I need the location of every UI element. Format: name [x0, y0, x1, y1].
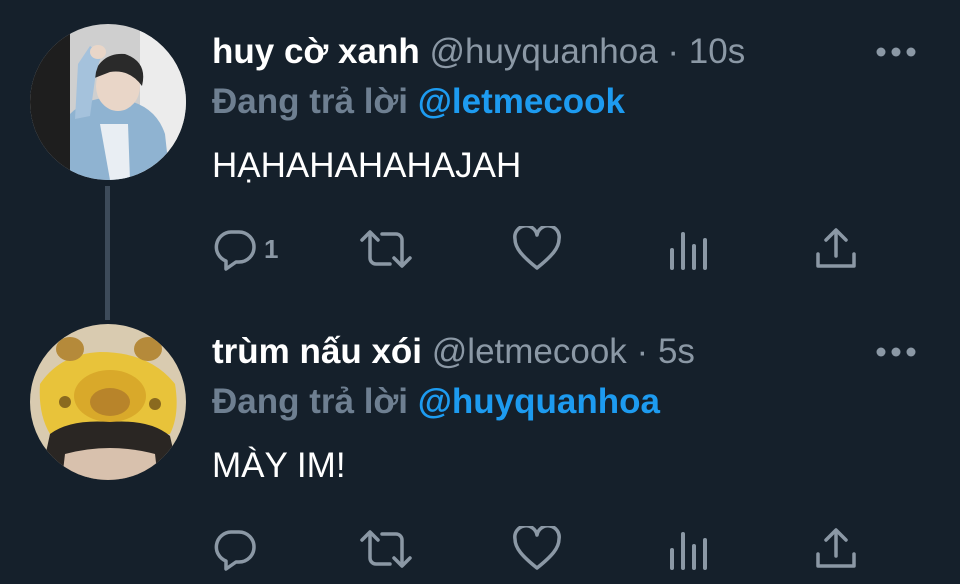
- analytics-button[interactable]: [666, 524, 710, 574]
- user-handle[interactable]: @huyquanhoa: [429, 32, 657, 71]
- analytics-icon: [670, 532, 707, 570]
- share-icon: [816, 228, 856, 268]
- mention-link[interactable]: @letmecook: [418, 82, 625, 121]
- tweet-header: trùm nấu xói @letmecook · 5s: [212, 332, 695, 372]
- more-icon[interactable]: [874, 42, 918, 62]
- retweet-button[interactable]: [358, 524, 414, 574]
- mention-link[interactable]: @huyquanhoa: [418, 382, 660, 421]
- share-icon: [816, 528, 856, 568]
- share-button[interactable]: [814, 224, 858, 274]
- replying-to-label: Đang trả lời: [212, 382, 409, 421]
- reply-button[interactable]: 1: [212, 224, 278, 274]
- reply-button[interactable]: [212, 524, 264, 574]
- profile-photo-icon: [30, 324, 186, 480]
- tweet-actions: 1: [212, 224, 912, 274]
- like-icon: [513, 526, 561, 570]
- reply-icon: [214, 230, 256, 271]
- avatar[interactable]: [30, 24, 186, 180]
- retweet-button[interactable]: [358, 224, 414, 274]
- tweet-1[interactable]: huy cờ xanh @huyquanhoa · 10s Đang trả l…: [0, 0, 960, 300]
- reply-count: 1: [264, 233, 279, 264]
- more-icon[interactable]: [874, 342, 918, 362]
- tweet-text: HẠHAHAHAHAJAH: [212, 146, 522, 185]
- share-button[interactable]: [814, 524, 858, 574]
- analytics-icon: [670, 232, 707, 270]
- separator-dot: ·: [636, 332, 649, 371]
- like-button[interactable]: [512, 224, 562, 274]
- analytics-button[interactable]: [666, 224, 710, 274]
- reply-icon: [214, 530, 256, 571]
- tweet-2[interactable]: trùm nấu xói @letmecook · 5s Đang trả lờ…: [0, 300, 960, 584]
- display-name[interactable]: trùm nấu xói: [212, 332, 422, 371]
- user-handle[interactable]: @letmecook: [432, 332, 627, 371]
- profile-photo-icon: [30, 24, 186, 180]
- retweet-icon: [360, 530, 412, 568]
- separator-dot: ·: [667, 32, 680, 71]
- replying-to-line: Đang trả lời @letmecook: [212, 82, 625, 122]
- retweet-icon: [360, 230, 412, 268]
- tweet-header: huy cờ xanh @huyquanhoa · 10s: [212, 32, 745, 72]
- tweet-text: MÀY IM!: [212, 446, 346, 485]
- like-button[interactable]: [512, 524, 562, 574]
- replying-to-line: Đang trả lời @huyquanhoa: [212, 382, 660, 422]
- timestamp[interactable]: 10s: [689, 32, 745, 71]
- tweet-actions: [212, 524, 912, 574]
- display-name[interactable]: huy cờ xanh: [212, 32, 420, 71]
- timestamp[interactable]: 5s: [658, 332, 695, 371]
- like-icon: [513, 226, 561, 270]
- replying-to-label: Đang trả lời: [212, 82, 409, 121]
- avatar[interactable]: [30, 324, 186, 480]
